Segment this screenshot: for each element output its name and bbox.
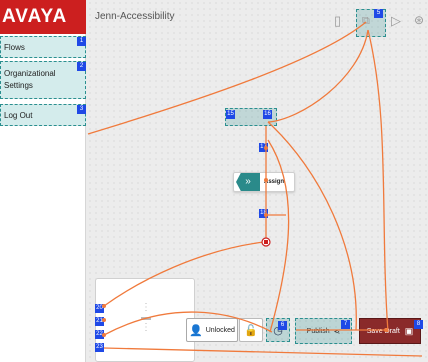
annotation-connectors: [87, 21, 423, 357]
